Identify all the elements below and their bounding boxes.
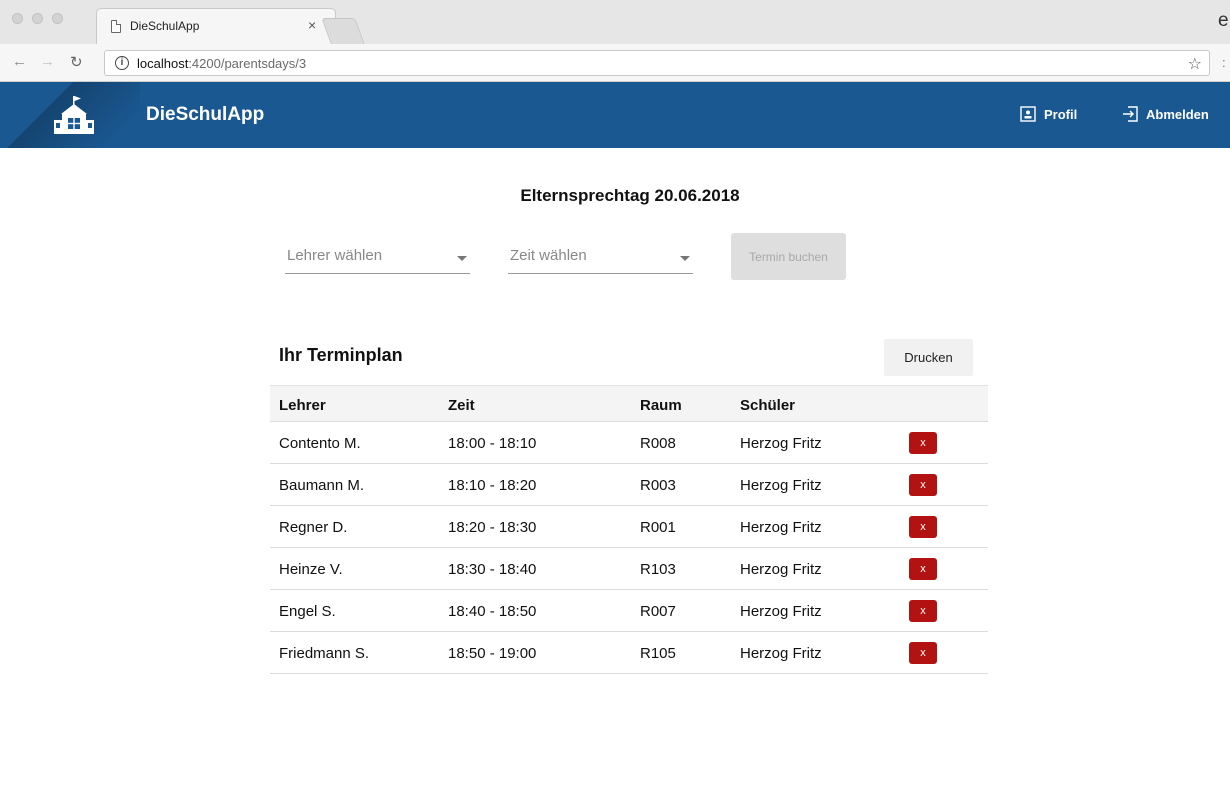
time-select-label: Zeit wählen — [510, 247, 587, 264]
page-title: Elternsprechtag 20.06.2018 — [520, 186, 740, 205]
url-text: localhost:4200/parentsdays/3 — [137, 56, 307, 71]
profile-card-icon — [1020, 106, 1036, 122]
table-header-row: Lehrer Zeit Raum Schüler — [270, 385, 988, 422]
book-appointment-button[interactable]: Termin buchen — [731, 233, 846, 280]
delete-appointment-button[interactable]: x — [909, 558, 937, 580]
schedule-table: Lehrer Zeit Raum Schüler Contento M. 18:… — [270, 385, 988, 674]
teacher-cell: Regner D. — [279, 519, 348, 536]
window-maximize-button[interactable] — [52, 13, 63, 24]
time-select[interactable]: Zeit wählen — [508, 238, 693, 274]
browser-menu-icon[interactable]: : — [1222, 55, 1226, 70]
window-close-button[interactable] — [12, 13, 23, 24]
time-cell: 18:20 - 18:30 — [448, 519, 537, 536]
student-cell: Herzog Fritz — [740, 645, 822, 662]
room-cell: R008 — [640, 435, 676, 452]
dropdown-arrow-icon — [457, 256, 467, 261]
browser-toolbar: ← → ↻ i localhost:4200/parentsdays/3 ☆ : — [0, 44, 1230, 82]
table-row: Engel S. 18:40 - 18:50 R007 Herzog Fritz… — [270, 590, 988, 632]
student-cell: Herzog Fritz — [740, 435, 822, 452]
app-header: DieSchulApp Profil Abmelden — [0, 82, 1230, 148]
teacher-select-label: Lehrer wählen — [287, 247, 383, 264]
column-header-teacher: Lehrer — [279, 397, 326, 414]
delete-appointment-button[interactable]: x — [909, 642, 937, 664]
browser-tab[interactable]: DieSchulApp × — [96, 8, 336, 44]
delete-appointment-button[interactable]: x — [909, 432, 937, 454]
browser-tab-bar: DieSchulApp × e — [0, 0, 1230, 44]
room-cell: R001 — [640, 519, 676, 536]
student-cell: Herzog Fritz — [740, 603, 822, 620]
window-minimize-button[interactable] — [32, 13, 43, 24]
table-row: Contento M. 18:00 - 18:10 R008 Herzog Fr… — [270, 422, 988, 464]
time-cell: 18:10 - 18:20 — [448, 477, 537, 494]
schedule-title: Ihr Terminplan — [279, 345, 403, 365]
school-building-icon[interactable] — [52, 96, 96, 136]
tab-close-icon[interactable]: × — [308, 17, 316, 33]
room-cell: R105 — [640, 645, 676, 662]
delete-appointment-button[interactable]: x — [909, 474, 937, 496]
site-info-icon[interactable]: i — [115, 56, 129, 70]
address-bar[interactable]: i localhost:4200/parentsdays/3 ☆ — [104, 50, 1210, 76]
teacher-cell: Contento M. — [279, 435, 361, 452]
dropdown-arrow-icon — [680, 256, 690, 261]
column-header-time: Zeit — [448, 397, 475, 414]
abmelden-link[interactable]: Abmelden — [1122, 106, 1209, 122]
table-row: Friedmann S. 18:50 - 19:00 R105 Herzog F… — [270, 632, 988, 674]
table-row: Baumann M. 18:10 - 18:20 R003 Herzog Fri… — [270, 464, 988, 506]
abmelden-label: Abmelden — [1146, 106, 1209, 122]
delete-appointment-button[interactable]: x — [909, 516, 937, 538]
time-cell: 18:40 - 18:50 — [448, 603, 537, 620]
room-cell: R003 — [640, 477, 676, 494]
student-cell: Herzog Fritz — [740, 561, 822, 578]
page-icon — [111, 20, 121, 33]
back-arrow-icon[interactable]: ← — [12, 53, 27, 70]
bookmark-star-icon[interactable]: ☆ — [1188, 54, 1202, 74]
teacher-cell: Baumann M. — [279, 477, 365, 494]
time-cell: 18:50 - 19:00 — [448, 645, 537, 662]
teacher-cell: Heinze V. — [279, 561, 343, 578]
column-header-room: Raum — [640, 397, 682, 414]
time-cell: 18:30 - 18:40 — [448, 561, 537, 578]
student-cell: Herzog Fritz — [740, 477, 822, 494]
student-cell: Herzog Fritz — [740, 519, 822, 536]
time-cell: 18:00 - 18:10 — [448, 435, 537, 452]
browser-profile-icon[interactable]: e — [1218, 10, 1229, 32]
profil-link[interactable]: Profil — [1020, 106, 1077, 122]
logout-icon — [1123, 106, 1138, 122]
print-button[interactable]: Drucken — [884, 339, 973, 376]
teacher-select[interactable]: Lehrer wählen — [285, 238, 470, 274]
reload-icon[interactable]: ↻ — [70, 53, 83, 71]
profil-label: Profil — [1044, 106, 1078, 122]
teacher-cell: Engel S. — [279, 603, 336, 620]
teacher-cell: Friedmann S. — [279, 645, 370, 662]
forward-arrow-icon[interactable]: → — [40, 53, 55, 70]
app-brand[interactable]: DieSchulApp — [146, 104, 264, 126]
table-row: Heinze V. 18:30 - 18:40 R103 Herzog Frit… — [270, 548, 988, 590]
room-cell: R007 — [640, 603, 676, 620]
tab-title: DieSchulApp — [130, 19, 200, 33]
table-row: Regner D. 18:20 - 18:30 R001 Herzog Frit… — [270, 506, 988, 548]
delete-appointment-button[interactable]: x — [909, 600, 937, 622]
room-cell: R103 — [640, 561, 676, 578]
column-header-student: Schüler — [740, 397, 796, 414]
